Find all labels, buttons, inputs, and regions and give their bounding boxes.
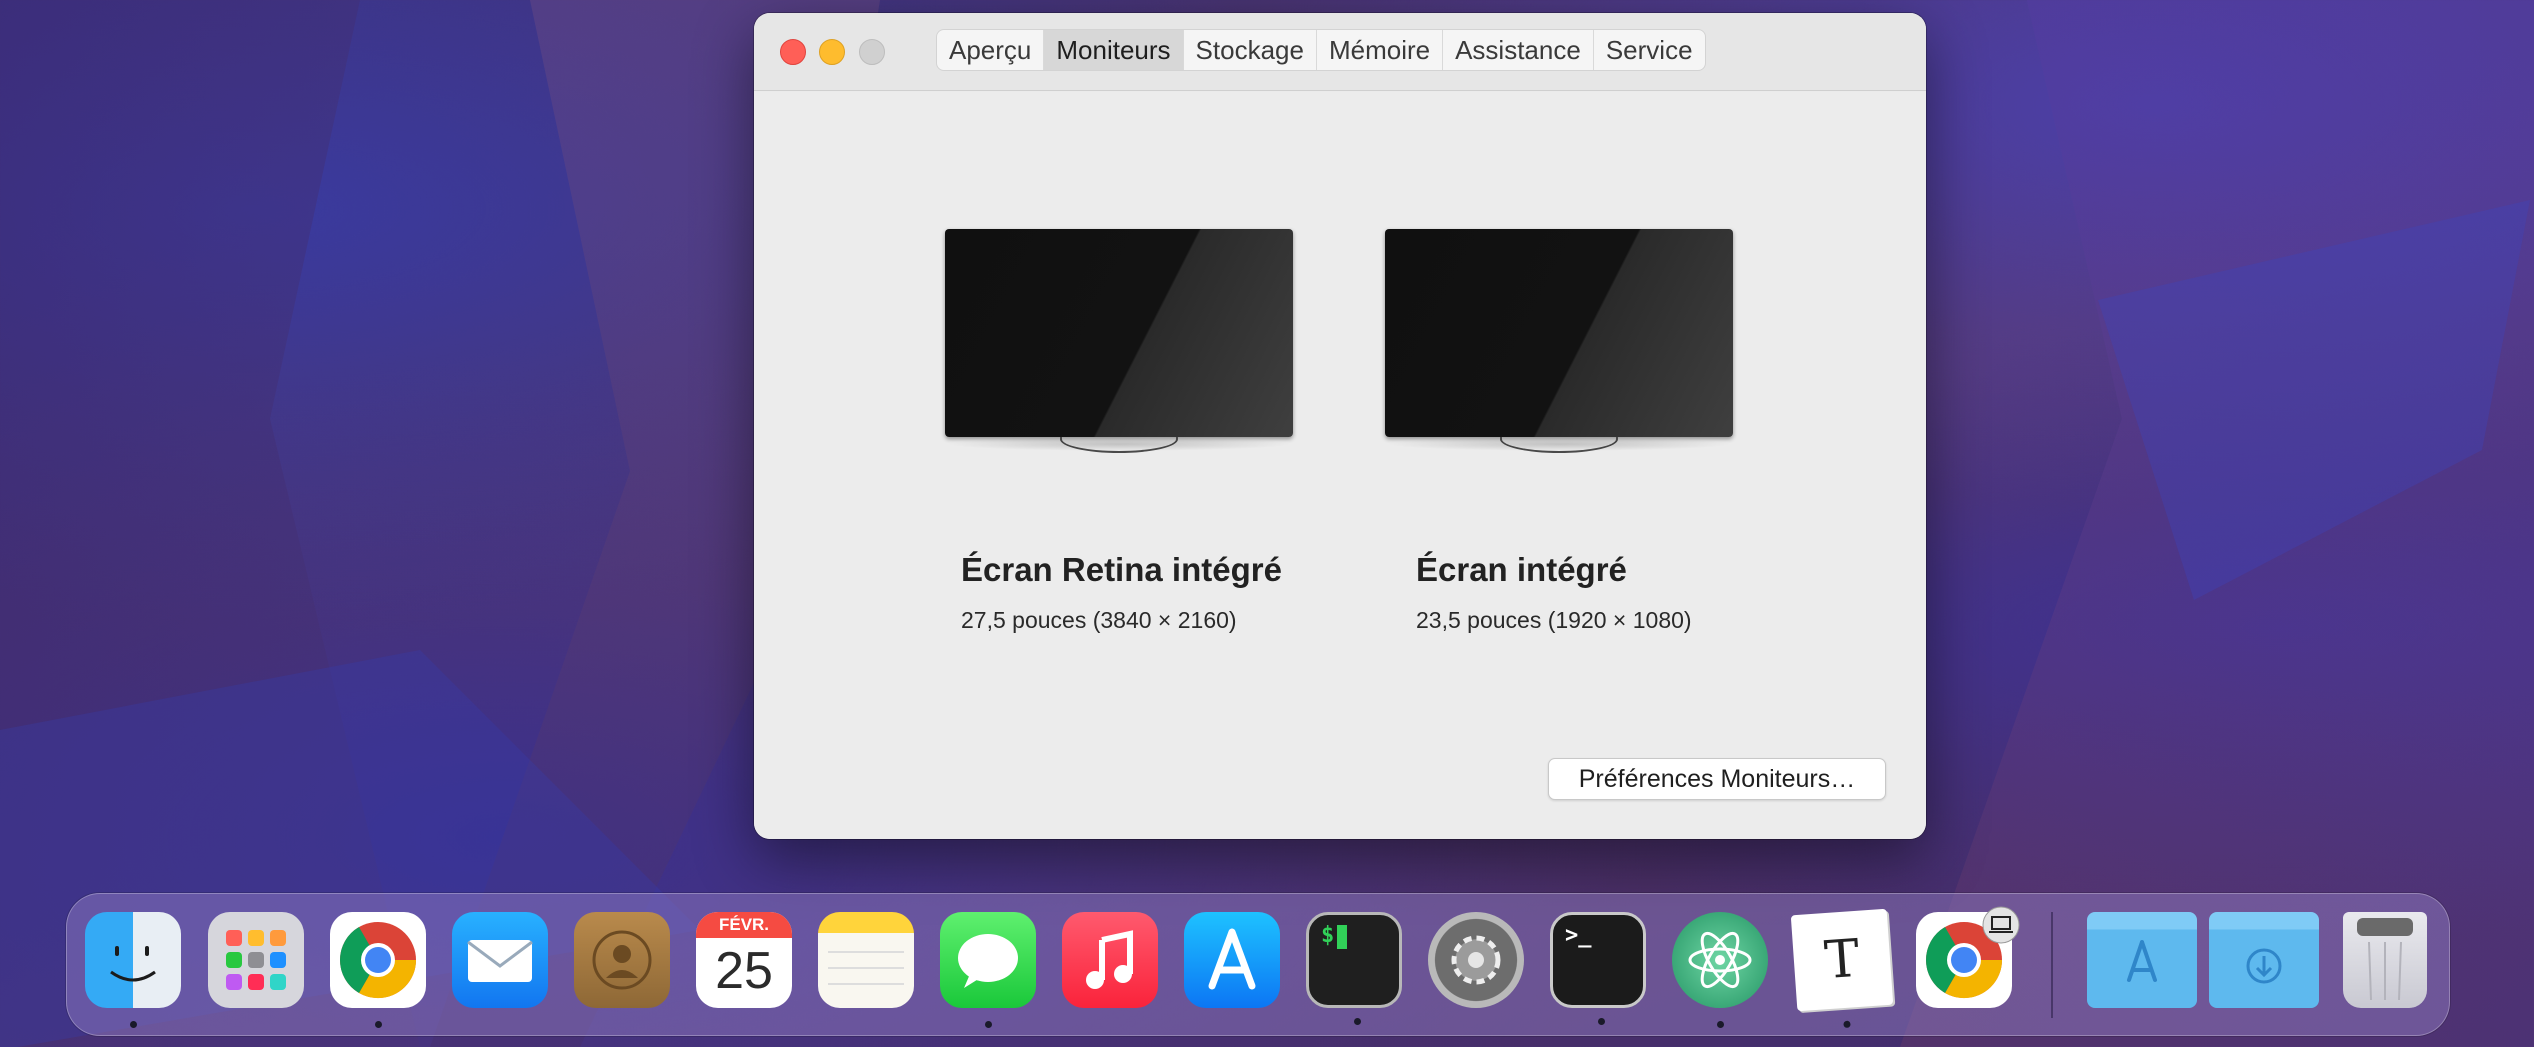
typora-icon[interactable]: T (1790, 908, 1894, 1029)
chrome-icon[interactable] (330, 912, 426, 1028)
display-preferences-button[interactable]: Préférences Moniteurs… (1548, 758, 1886, 800)
chrome-logo-icon (339, 922, 417, 999)
running-indicator (1717, 1021, 1724, 1028)
chrome-app-icon[interactable] (1916, 906, 2020, 1008)
running-indicator (1843, 1020, 1851, 1029)
running-indicator (1598, 1018, 1605, 1025)
speech-bubble-icon (958, 934, 1018, 988)
tab-moniteurs[interactable]: Moniteurs (1044, 30, 1184, 70)
display-icon (1385, 229, 1733, 437)
tab-stockage[interactable]: Stockage (1184, 30, 1317, 70)
display-name: Écran intégré (1416, 551, 1627, 588)
running-indicator (985, 1021, 992, 1028)
atom-orbit-icon (1688, 931, 1752, 989)
tab-bar: Aperçu Moniteurs Stockage Mémoire Assist… (936, 29, 1706, 71)
tab-assistance[interactable]: Assistance (1443, 30, 1594, 70)
zoom-button (859, 39, 885, 65)
running-indicator (375, 1021, 382, 1028)
contacts-icon[interactable] (574, 912, 670, 1008)
laptop-badge-icon (1982, 906, 2020, 944)
contact-person-icon (592, 930, 652, 990)
applications-folder-icon[interactable] (2087, 912, 2197, 1008)
messages-icon[interactable] (940, 912, 1036, 1028)
typora-letter: T (1822, 928, 1862, 992)
display-description: 27,5 pouces (3840 × 2160) (961, 607, 1237, 633)
trash-contents-icon (2357, 918, 2413, 1001)
app-store-icon[interactable] (1184, 912, 1280, 1008)
calendar-day: 25 (715, 942, 773, 1000)
gear-icon (1451, 935, 1501, 985)
tab-service[interactable]: Service (1594, 30, 1705, 70)
notes-lines-icon (828, 951, 904, 985)
displays-pane: Écran Retina intégré 27,5 pouces (3840 ×… (754, 92, 1926, 839)
dock-separator (2051, 912, 2053, 1018)
titlebar: Aperçu Moniteurs Stockage Mémoire Assist… (754, 13, 1926, 91)
calendar-month: FÉVR. (696, 912, 792, 938)
atom-icon[interactable] (1672, 912, 1768, 1028)
downloads-folder-icon[interactable] (2209, 912, 2319, 1008)
display-description: 23,5 pouces (1920 × 1080) (1416, 607, 1692, 633)
mail-icon[interactable] (452, 912, 548, 1008)
system-preferences-icon[interactable] (1428, 912, 1524, 1008)
dock: FÉVR. 25 $ >_ T (66, 893, 2450, 1036)
minimize-button[interactable] (819, 39, 845, 65)
display-icon (945, 229, 1293, 437)
finder-face-icon (110, 946, 156, 982)
app-store-a-icon (2127, 940, 2157, 982)
running-indicator (130, 1021, 137, 1028)
terminal-prompt: $ (1321, 923, 1335, 948)
terminal-icon[interactable]: $ (1306, 912, 1402, 1025)
tab-apercu[interactable]: Aperçu (937, 30, 1045, 70)
terminal-prompt: >_ (1565, 923, 1592, 948)
calendar-icon[interactable]: FÉVR. 25 (696, 912, 792, 1008)
finder-icon[interactable] (85, 912, 181, 1028)
launchpad-icon[interactable] (208, 912, 304, 1008)
display-name: Écran Retina intégré (961, 551, 1282, 588)
tab-memoire[interactable]: Mémoire (1317, 30, 1444, 70)
close-button[interactable] (780, 39, 806, 65)
cursor-icon (1337, 925, 1347, 949)
envelope-icon (467, 940, 533, 982)
running-indicator (1354, 1018, 1361, 1025)
about-this-mac-window: Aperçu Moniteurs Stockage Mémoire Assist… (754, 13, 1926, 839)
terminal-icon[interactable]: >_ (1550, 912, 1646, 1025)
display-shadow (1385, 437, 1733, 451)
download-arrow-icon (2246, 948, 2282, 984)
notes-icon[interactable] (818, 912, 914, 1008)
app-store-a-icon (1208, 928, 1256, 990)
music-icon[interactable] (1062, 912, 1158, 1008)
launchpad-grid-icon (226, 930, 286, 990)
music-note-icon (1086, 930, 1133, 989)
display-shadow (945, 437, 1293, 451)
trash-icon[interactable] (2343, 912, 2427, 1008)
